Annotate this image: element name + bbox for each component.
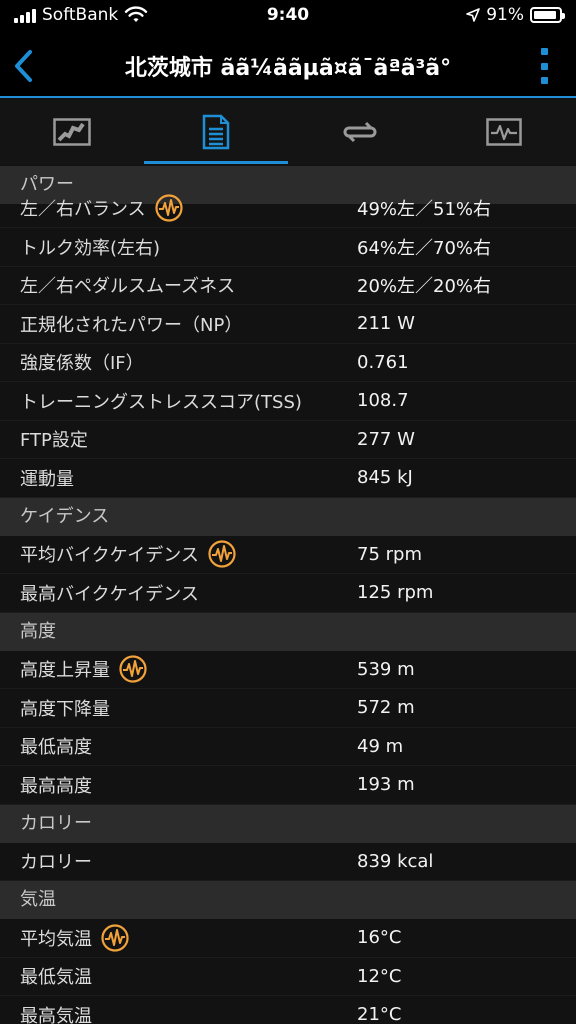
status-bar: SoftBank 9:40 91% bbox=[0, 0, 576, 34]
stat-value: 108.7 bbox=[357, 390, 409, 412]
list-item: 左／右バランス 49%左／51%右 bbox=[0, 194, 576, 228]
stat-value: 49 m bbox=[357, 735, 404, 757]
stat-label: カロリー bbox=[20, 852, 92, 874]
stat-value: 20%左／20%右 bbox=[357, 276, 492, 298]
stat-label: 最低高度 bbox=[20, 737, 92, 759]
charts-activity-icon bbox=[486, 118, 522, 146]
stat-value: 125 rpm bbox=[357, 582, 434, 604]
stat-label: 高度上昇量 bbox=[20, 660, 110, 682]
stat-label: 最高バイクケイデンス bbox=[20, 583, 199, 605]
chart-pulse-icon[interactable] bbox=[100, 923, 130, 953]
tab-charts[interactable] bbox=[432, 100, 576, 164]
battery-percentage: 91% bbox=[486, 5, 524, 25]
list-item: 最高気温 21°C bbox=[0, 996, 576, 1024]
stat-label: 平均バイクケイデンス bbox=[20, 545, 199, 567]
stat-label: 平均気温 bbox=[20, 928, 92, 950]
stat-value: 16°C bbox=[357, 927, 402, 949]
tab-laps[interactable] bbox=[288, 100, 432, 164]
stat-label: 左／右ペダルスムーズネス bbox=[20, 276, 236, 298]
more-options-icon[interactable] bbox=[534, 48, 554, 84]
laps-loop-icon bbox=[343, 121, 377, 143]
list-item: 最高高度 193 m bbox=[0, 766, 576, 805]
list-item: トルク効率(左右) 64%左／70%右 bbox=[0, 228, 576, 267]
navigation-bar: 北茨城市 ãã¼ããµã¤ã¯ãªã³ã° bbox=[0, 34, 576, 98]
list-item: 正規化されたパワー（NP） 211 W bbox=[0, 305, 576, 344]
stat-label: 最低気温 bbox=[20, 967, 92, 989]
section-header-calories: カロリー bbox=[0, 804, 576, 843]
list-item: FTP設定 277 W bbox=[0, 421, 576, 459]
stat-label: トレーニングストレススコア(TSS) bbox=[20, 391, 302, 413]
stat-value: 839 kcal bbox=[357, 850, 434, 872]
tab-details[interactable] bbox=[144, 100, 288, 164]
tab-overview[interactable] bbox=[0, 100, 144, 164]
stat-label: FTP設定 bbox=[20, 430, 88, 452]
list-item: 最低気温 12°C bbox=[0, 958, 576, 996]
section-header-elevation: 高度 bbox=[0, 612, 576, 651]
list-item: 平均バイクケイデンス 75 rpm bbox=[0, 536, 576, 574]
stat-value: 539 m bbox=[357, 658, 415, 680]
list-item: 左／右ペダルスムーズネス 20%左／20%右 bbox=[0, 267, 576, 305]
stat-label: 最高高度 bbox=[20, 775, 92, 797]
activity-title: 北茨城市 ãã¼ããµã¤ã¯ãªã³ã° bbox=[124, 56, 452, 81]
stat-value: 0.761 bbox=[357, 351, 409, 373]
section-header-temperature: 気温 bbox=[0, 881, 576, 919]
overview-map-icon bbox=[53, 118, 91, 146]
stat-value: 572 m bbox=[357, 697, 415, 719]
chart-pulse-icon[interactable] bbox=[207, 539, 237, 569]
stat-value: 12°C bbox=[357, 965, 402, 987]
status-right: 91% bbox=[466, 5, 565, 25]
list-item: 高度上昇量 539 m bbox=[0, 651, 576, 689]
stat-value: 75 rpm bbox=[357, 543, 422, 565]
list-item: 運動量 845 kJ bbox=[0, 459, 576, 498]
details-document-icon bbox=[202, 114, 230, 150]
stat-label: 運動量 bbox=[20, 468, 74, 490]
stat-value: 193 m bbox=[357, 774, 415, 796]
stat-value: 64%左／70%右 bbox=[357, 237, 492, 259]
stat-value: 211 W bbox=[357, 313, 415, 335]
list-item: カロリー 839 kcal bbox=[0, 843, 576, 881]
stat-value: 277 W bbox=[357, 428, 415, 450]
chart-pulse-icon[interactable] bbox=[154, 193, 184, 223]
list-item: 高度下降量 572 m bbox=[0, 689, 576, 728]
stat-label: トルク効率(左右) bbox=[20, 237, 161, 259]
location-arrow-icon bbox=[466, 8, 481, 22]
list-item: 最高バイクケイデンス 125 rpm bbox=[0, 574, 576, 613]
stat-label: 最高気温 bbox=[20, 1005, 92, 1024]
list-item: 最低高度 49 m bbox=[0, 728, 576, 766]
list-item: 強度係数（IF） 0.761 bbox=[0, 344, 576, 382]
battery-fill bbox=[534, 11, 556, 19]
battery-icon bbox=[530, 7, 565, 23]
chart-pulse-icon[interactable] bbox=[118, 654, 148, 684]
stat-value: 21°C bbox=[357, 1004, 402, 1024]
stat-label: 左／右バランス bbox=[20, 199, 146, 220]
stat-value: 845 kJ bbox=[357, 467, 413, 489]
list-item: 平均気温 16°C bbox=[0, 919, 576, 958]
list-item: トレーニングストレススコア(TSS) 108.7 bbox=[0, 382, 576, 421]
activity-details-list[interactable]: パワー 左／右バランス 49%左／51%右 トルク効率(左右) 64%左／70%… bbox=[0, 166, 576, 1024]
stat-label: 強度係数（IF） bbox=[20, 353, 144, 375]
activity-tabs bbox=[0, 100, 576, 164]
stat-label: 正規化されたパワー（NP） bbox=[20, 314, 243, 336]
stat-label: 高度下降量 bbox=[20, 698, 110, 720]
stat-value: 49%左／51%右 bbox=[357, 199, 492, 220]
back-chevron-icon[interactable] bbox=[6, 44, 46, 88]
section-header-cadence: ケイデンス bbox=[0, 497, 576, 536]
